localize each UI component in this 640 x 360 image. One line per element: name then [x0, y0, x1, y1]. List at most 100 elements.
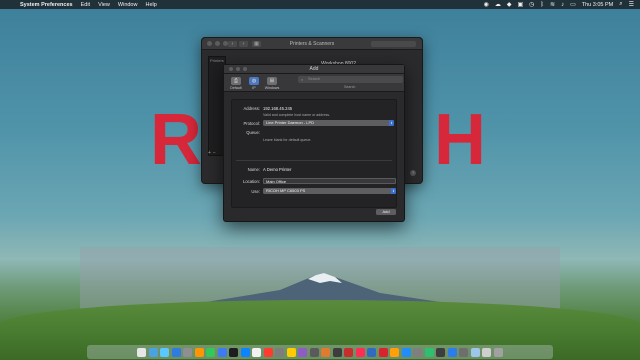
dock-app-icon[interactable]	[401, 347, 411, 357]
dock-app-icon[interactable]	[459, 347, 469, 357]
volume-icon[interactable]: ♪	[561, 2, 564, 8]
notification-center-icon[interactable]: ☰	[629, 1, 634, 8]
search-icon: ⌕	[301, 77, 304, 82]
dock-app-icon[interactable]	[344, 347, 354, 357]
search-placeholder: Search	[308, 77, 321, 81]
dock-app-icon[interactable]	[183, 347, 193, 357]
menu-window[interactable]: Window	[118, 2, 138, 8]
name-field[interactable]: A Demo Printer	[263, 167, 291, 172]
add-window-title: Add	[309, 66, 319, 72]
globe-icon: ◍	[249, 77, 259, 85]
dock-app-icon[interactable]	[252, 347, 262, 357]
use-row: Use: RICOH MP C6503 PS ⇕	[232, 188, 396, 194]
dock-app-icon[interactable]	[286, 347, 296, 357]
name-row: Name: A Demo Printer	[232, 167, 292, 172]
dock-app-icon[interactable]	[355, 347, 365, 357]
add-printer-button[interactable]: +	[208, 150, 211, 156]
dock	[87, 345, 553, 359]
time-machine-icon[interactable]: ◷	[529, 1, 534, 8]
printer-icon: ⎙	[231, 77, 241, 85]
location-field[interactable]: Main Office	[263, 178, 396, 184]
brand-letter: R	[150, 100, 206, 180]
add-printer-window: Add ⎙ Default ◍ IP ⊞ Windows ⌕ Search Se…	[223, 64, 405, 222]
remove-printer-button[interactable]: −	[213, 150, 216, 156]
dock-app-icon[interactable]	[206, 347, 216, 357]
protocol-select[interactable]: Line Printer Daemon - LPD ⇕	[263, 120, 394, 126]
address-row: Address: 192.168.45.245	[232, 106, 292, 111]
location-label: Location:	[243, 178, 260, 184]
address-field[interactable]: 192.168.45.245	[263, 106, 292, 111]
protocol-value: Line Printer Daemon - LPD	[266, 120, 315, 125]
dock-app-icon[interactable]	[390, 347, 400, 357]
dock-app-icon[interactable]	[275, 347, 285, 357]
dock-app-icon[interactable]	[367, 347, 377, 357]
protocol-row: Protocol: Line Printer Daemon - LPD ⇕	[232, 120, 394, 126]
help-button[interactable]: ?	[410, 170, 416, 176]
bluetooth-icon[interactable]: ᛒ	[540, 2, 544, 8]
cloud-icon[interactable]: ☁	[495, 1, 501, 8]
address-label: Address:	[243, 106, 260, 111]
dropbox-icon[interactable]: ◆	[507, 1, 512, 8]
use-driver-select[interactable]: RICOH MP C6503 PS ⇕	[263, 188, 396, 194]
wifi-icon[interactable]: ≋	[550, 1, 555, 8]
dock-app-icon[interactable]	[470, 347, 480, 357]
dock-app-icon[interactable]	[413, 347, 423, 357]
add-window-titlebar: Add	[224, 65, 404, 74]
panel-divider	[236, 160, 392, 161]
dock-app-icon[interactable]	[217, 347, 227, 357]
tab-default[interactable]: ⎙ Default	[229, 77, 243, 91]
ip-settings-panel: Address: 192.168.45.245 Valid and comple…	[231, 99, 397, 208]
dock-app-icon[interactable]	[482, 347, 492, 357]
menu-view[interactable]: View	[98, 2, 110, 8]
tab-ip[interactable]: ◍ IP	[247, 77, 261, 91]
protocol-label: Protocol:	[243, 120, 260, 126]
dock-app-icon[interactable]	[447, 347, 457, 357]
printer-list-header: Printers	[210, 58, 224, 63]
clock[interactable]: Thu 3:05 PM	[582, 2, 614, 8]
tab-default-label: Default	[230, 86, 242, 90]
dock-app-icon[interactable]	[378, 347, 388, 357]
chevron-updown-icon: ⇕	[391, 188, 396, 194]
menu-help[interactable]: Help	[145, 2, 156, 8]
dock-app-icon[interactable]	[240, 347, 250, 357]
name-label: Name:	[247, 167, 260, 172]
use-value: RICOH MP C6503 PS	[266, 188, 306, 193]
dock-app-icon[interactable]	[171, 347, 181, 357]
dock-app-icon[interactable]	[148, 347, 158, 357]
window-titlebar: ‹ › ▦ Printers & Scanners	[202, 38, 422, 50]
search-caption: Search	[344, 85, 356, 89]
tab-windows-label: Windows	[264, 86, 280, 90]
add-window-toolbar: ⎙ Default ◍ IP ⊞ Windows ⌕ Search Search	[224, 74, 404, 92]
brand-letter: H	[433, 100, 490, 180]
use-label: Use:	[251, 188, 260, 194]
dock-app-icon[interactable]	[424, 347, 434, 357]
dock-app-icon[interactable]	[332, 347, 342, 357]
location-row: Location: Main Office	[232, 178, 396, 184]
dock-app-icon[interactable]	[229, 347, 239, 357]
tab-windows[interactable]: ⊞ Windows	[265, 77, 279, 91]
status-area: ◉ ☁ ◆ ▣ ◷ ᛒ ≋ ♪ ▭ Thu 3:05 PM ⌕ ☰	[484, 0, 634, 9]
screen-icon[interactable]: ▣	[518, 1, 524, 8]
battery-icon[interactable]: ▭	[570, 1, 576, 8]
preferences-search-input[interactable]	[371, 41, 416, 47]
add-button[interactable]: Add	[376, 209, 396, 215]
dock-app-icon[interactable]	[321, 347, 331, 357]
dock-app-icon[interactable]	[263, 347, 273, 357]
search-input[interactable]: ⌕ Search	[298, 76, 403, 83]
activity-icon[interactable]: ◉	[484, 1, 489, 8]
address-hint: Valid and complete host name or address.	[263, 113, 331, 117]
windows-icon: ⊞	[267, 77, 277, 85]
dock-app-icon[interactable]	[298, 347, 308, 357]
dock-app-icon[interactable]	[493, 347, 503, 357]
menu-app-name[interactable]: System Preferences	[20, 2, 73, 8]
queue-label: Queue:	[246, 130, 260, 135]
dock-app-icon[interactable]	[137, 347, 147, 357]
dock-app-icon[interactable]	[309, 347, 319, 357]
queue-row: Queue:	[232, 130, 263, 135]
spotlight-icon[interactable]: ⌕	[619, 1, 622, 8]
dock-app-icon[interactable]	[160, 347, 170, 357]
menu-edit[interactable]: Edit	[81, 2, 90, 8]
tab-ip-label: IP	[252, 86, 256, 90]
dock-app-icon[interactable]	[436, 347, 446, 357]
dock-app-icon[interactable]	[194, 347, 204, 357]
